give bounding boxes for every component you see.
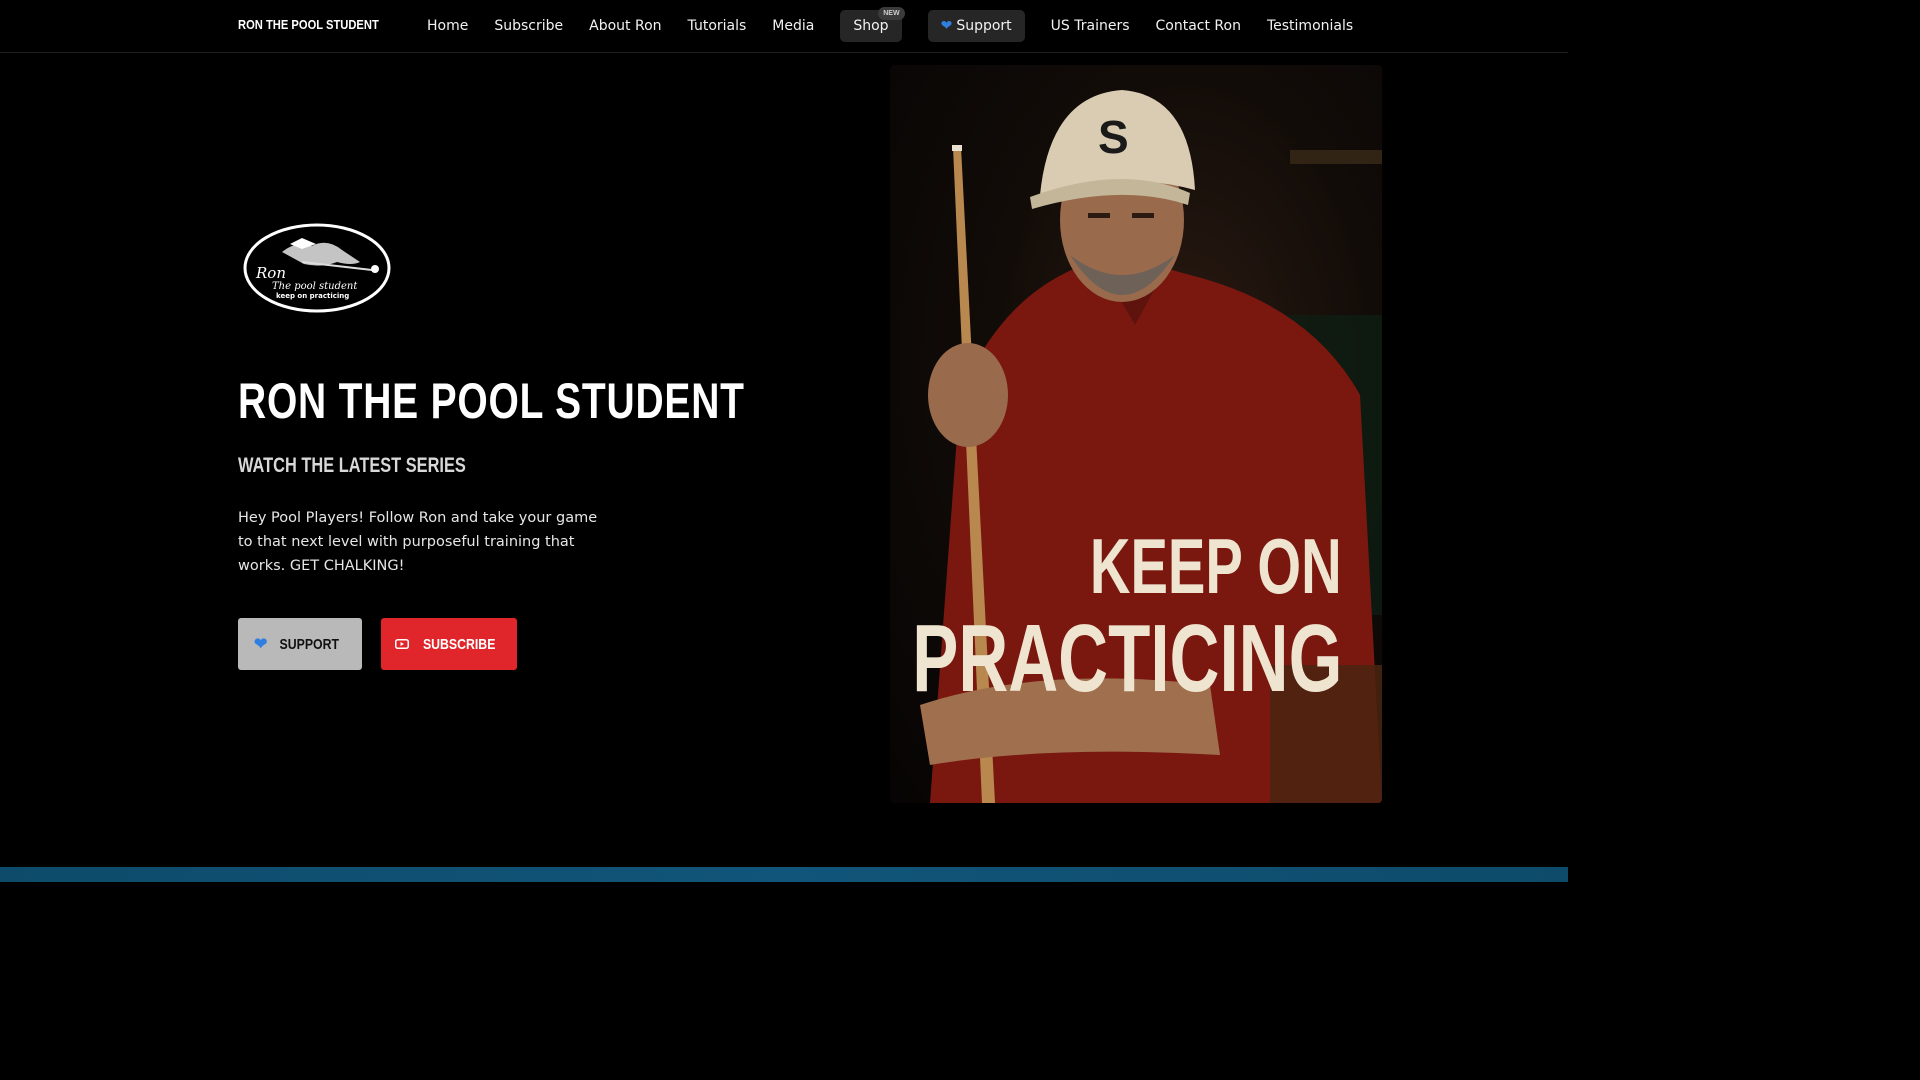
blue-heart-icon: ❤ (254, 636, 268, 653)
new-badge: NEW (878, 7, 905, 20)
support-button-label: SUPPORT (279, 635, 340, 653)
youtube-icon (394, 639, 409, 649)
nav-item-label: Contact Ron (1155, 18, 1241, 34)
nav-item-label: Media (772, 18, 815, 34)
nav-item-home[interactable]: Home (414, 10, 481, 42)
hero-title: RON THE POOL STUDENT (238, 373, 745, 429)
svg-text:S: S (1098, 111, 1129, 163)
nav-item-contact-ron[interactable]: Contact Ron (1143, 10, 1254, 42)
ron-logo: Ron The pool student keep on practicing (242, 222, 392, 314)
nav-item-label: Shop (853, 18, 889, 34)
nav-item-label: US Trainers (1050, 18, 1130, 34)
nav-item-media[interactable]: Media (759, 10, 827, 42)
nav-item-label: Tutorials (687, 18, 747, 34)
nav-item-label: Home (427, 18, 469, 34)
blue-heart-icon: ❤ (940, 18, 953, 34)
poster-text-line1: KEEP ON (1090, 522, 1342, 610)
nav-links: Home Subscribe About Ron Tutorials Media… (414, 7, 1366, 42)
nav-item-subscribe[interactable]: Subscribe (481, 10, 576, 42)
nav-item-shop[interactable]: Shop NEW (840, 7, 905, 42)
hero-subtitle: WATCH THE LATEST SERIES (238, 454, 466, 477)
svg-text:The pool student: The pool student (272, 281, 358, 292)
brand-logo-text[interactable]: RON THE POOL STUDENT (238, 17, 379, 32)
subscribe-button[interactable]: SUBSCRIBE (381, 618, 517, 670)
next-section-edge (0, 867, 1568, 882)
nav-item-label: Testimonials (1266, 18, 1354, 34)
hero-description: Hey Pool Players! Follow Ron and take yo… (238, 510, 598, 574)
nav-item-tutorials[interactable]: Tutorials (675, 10, 760, 42)
support-button[interactable]: ❤ SUPPORT (238, 618, 362, 670)
nav-item-label: Subscribe (494, 18, 564, 34)
nav-item-support[interactable]: ❤ Support (927, 10, 1025, 42)
nav-item-label: About Ron (589, 18, 662, 34)
nav-item-us-trainers[interactable]: US Trainers (1038, 10, 1143, 42)
svg-text:Ron: Ron (255, 264, 286, 282)
top-navbar: RON THE POOL STUDENT Home Subscribe Abou… (0, 0, 1568, 53)
poster-text-line2: PRACTICING (911, 605, 1342, 712)
svg-text:keep on practicing: keep on practicing (276, 292, 349, 300)
subscribe-button-label: SUBSCRIBE (422, 635, 496, 653)
hero-photo-ron: S KEEP ON PRACTICING (890, 65, 1382, 803)
nav-item-label: Support (956, 18, 1012, 34)
nav-item-about-ron[interactable]: About Ron (576, 10, 674, 42)
nav-item-testimonials[interactable]: Testimonials (1254, 10, 1366, 42)
